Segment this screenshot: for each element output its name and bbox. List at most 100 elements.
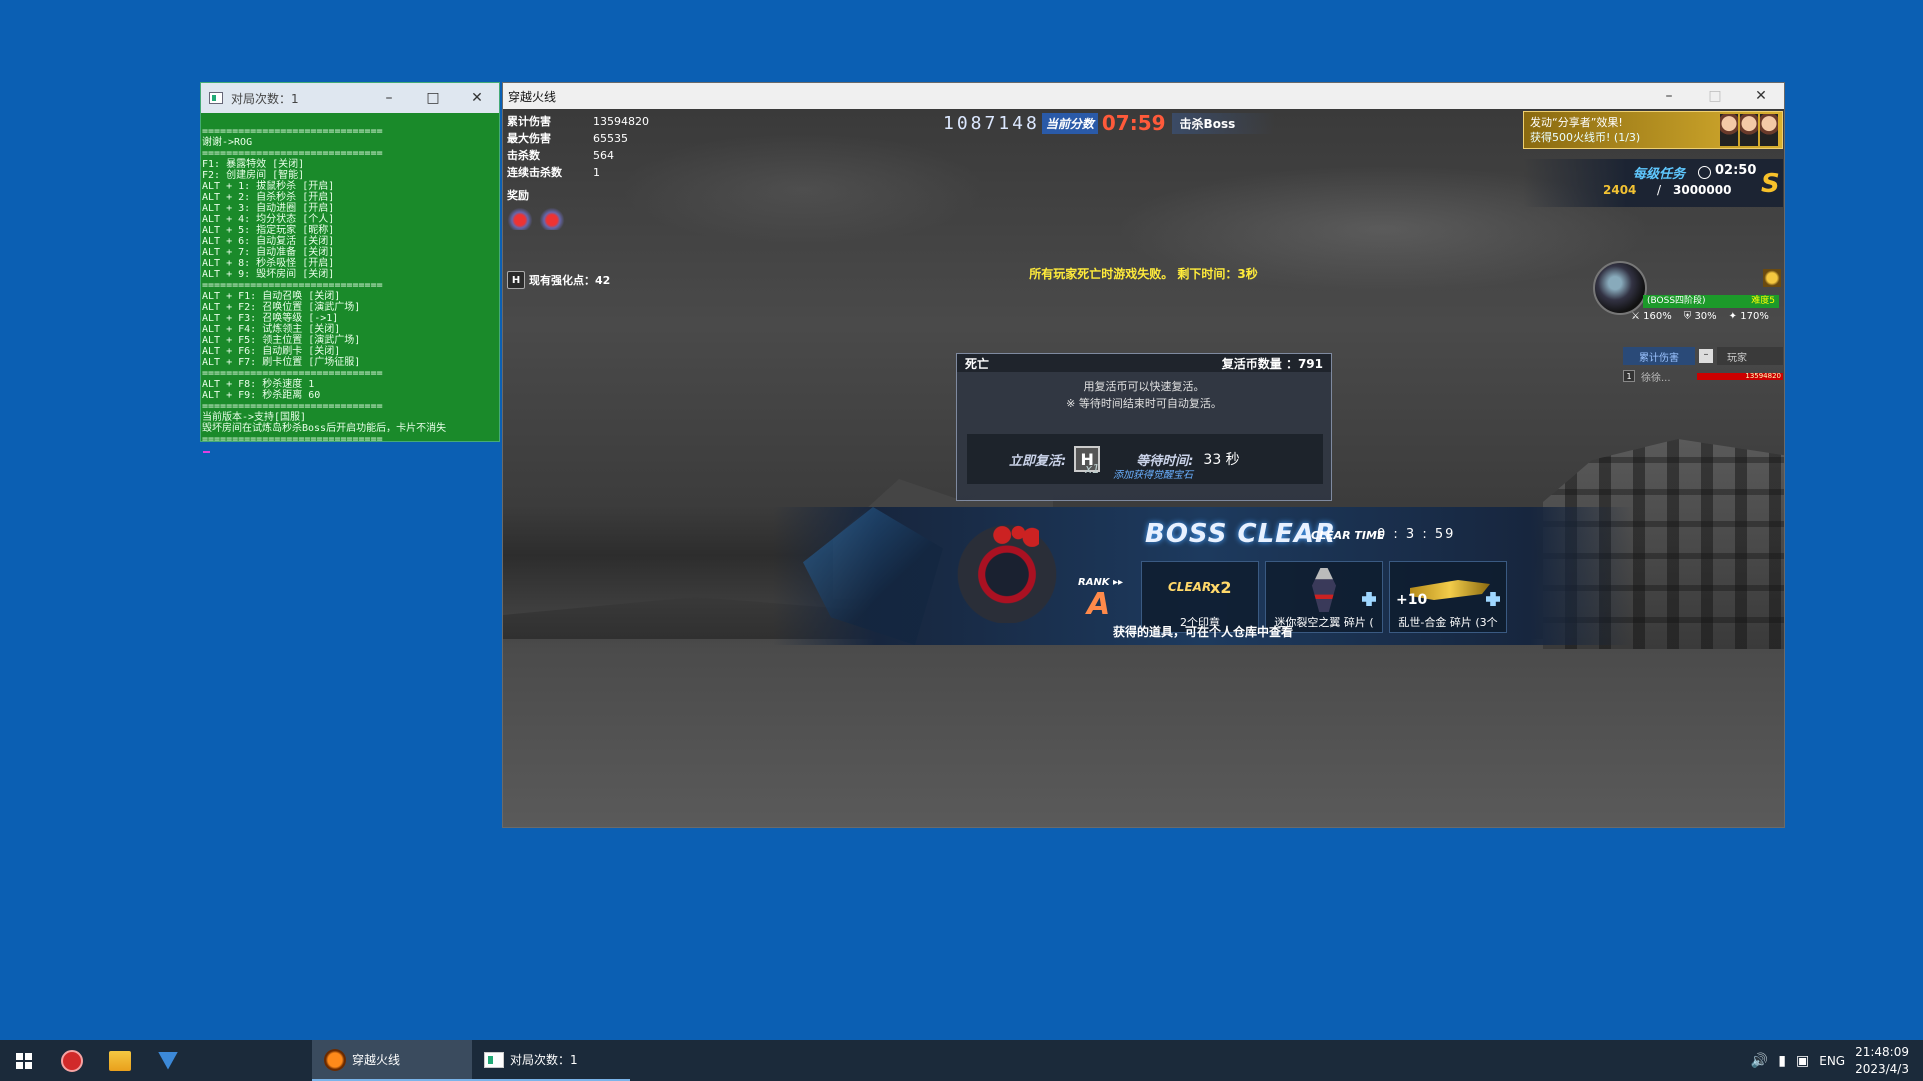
stat-row: 连续击杀数 1	[507, 164, 649, 181]
stat-row: 击杀数 564	[507, 147, 649, 164]
game-maximize-button: □	[1708, 88, 1722, 104]
character-portrait-icon	[1760, 114, 1778, 146]
game-close-button[interactable]: ✕	[1738, 88, 1784, 104]
rank-number: 1	[1623, 370, 1635, 382]
speed-value: 170%	[1740, 311, 1769, 322]
quest-grade: S	[1761, 169, 1780, 199]
console-line: 谢谢->ROG	[202, 137, 253, 148]
volume-icon[interactable]: 🔊	[1751, 1053, 1768, 1069]
boss-speed-modifier: ✦ 170%	[1728, 311, 1769, 322]
revive-cost: x1	[1085, 462, 1100, 476]
input-language[interactable]: ENG	[1819, 1054, 1845, 1068]
console-title: 对局次数：1	[231, 91, 299, 106]
fragment-icon	[1486, 592, 1500, 606]
maximize-button[interactable]: □	[411, 90, 455, 106]
boss-defense-modifier: ⛨ 30%	[1683, 311, 1717, 322]
minimize-button[interactable]: –	[367, 90, 411, 106]
taskbar-app-console[interactable]: 对局次数：1	[472, 1040, 630, 1081]
power-icon	[61, 1049, 83, 1072]
boss-clear-panel: RANK ▸▸ A BOSS CLEAR CLEAR TIME 0 : 3 : …	[773, 507, 1633, 645]
console-line: ==============================	[202, 126, 383, 137]
start-button[interactable]	[0, 1040, 48, 1081]
level-quest-panel: 每级任务 02:50 2404 / 3000000 S	[1523, 159, 1783, 207]
close-button[interactable]: ✕	[455, 90, 499, 106]
objective-label: 击杀Boss	[1171, 112, 1276, 134]
score-value: 1087148	[943, 112, 1040, 134]
fail-warning: 所有玩家死亡时游戏失败。 剩下时间：3秒	[1029, 267, 1258, 281]
tab-total-damage[interactable]: 累计伤害	[1623, 347, 1695, 365]
boss-attack-modifier: ⚔ 160%	[1631, 311, 1672, 322]
console-line: ==============================	[202, 148, 383, 159]
taskbar-folder-app[interactable]	[96, 1040, 144, 1081]
stat-value: 1	[593, 166, 600, 179]
death-message: 用复活币可以快速复活。 ※ 等待时间结束时可自动复活。	[957, 378, 1331, 412]
boss-clear-footer: 获得的道具，可在个人仓库中查看	[1112, 625, 1293, 639]
death-dialog: 死亡 复活币数量 ：791 用复活币可以快速复活。 ※ 等待时间结束时可自动复活…	[956, 353, 1332, 501]
revive-row: 立即复活: H x1 添加获得觉醒宝石 等待时间: 33 秒	[967, 434, 1323, 484]
console-line: ALT + 6: 自动复活 [关闭]	[202, 236, 335, 247]
boss-difficulty: 难度5	[1751, 296, 1775, 306]
game-minimize-button[interactable]: –	[1646, 88, 1692, 104]
stat-row: 最大伤害 65535	[507, 130, 649, 147]
character-figure-icon	[1312, 568, 1336, 612]
damage-ranking-tabs[interactable]: 累计伤害 – 玩家	[1623, 347, 1783, 365]
console-line: ALT + F4: 试炼领主 [关闭]	[202, 324, 341, 335]
collapse-icon[interactable]: –	[1699, 349, 1713, 363]
console-line: ==============================	[202, 401, 383, 412]
banner-portraits	[1720, 114, 1778, 146]
console-line: ALT + 7: 自动准备 [关闭]	[202, 247, 335, 258]
console-line: ALT + F3: 召唤等级 [->1]	[202, 313, 339, 324]
taskbar-vee-app[interactable]	[144, 1040, 192, 1081]
attack-value: 160%	[1643, 311, 1672, 322]
clock-time: 21:48:09	[1855, 1044, 1909, 1059]
boss-modifiers: ⚔ 160% ⛨ 30% ✦ 170%	[1631, 311, 1769, 322]
console-line: ALT + F8: 秒杀速度 1	[202, 379, 315, 390]
player-stats: 累计伤害 13594820 最大伤害 65535 击杀数 564 连续击杀数 1 奖励	[507, 113, 649, 230]
taskbar-power-app[interactable]	[48, 1040, 96, 1081]
defense-value: 30%	[1694, 311, 1717, 322]
boss-phase: (BOSS四阶段)	[1647, 296, 1706, 306]
item-multiplier: x2	[1210, 578, 1232, 597]
usb-icon[interactable]: ▮	[1778, 1053, 1786, 1069]
revive-now-button[interactable]: 立即复活:	[1009, 450, 1066, 469]
console-line: 当前版本->支持[国服]	[202, 412, 307, 423]
console-line: 毁坏房间在试炼岛秒杀Boss后开启功能后，卡片不消失	[202, 423, 447, 434]
revive-bonus-note: 添加获得觉醒宝石	[1113, 470, 1193, 481]
quest-separator: /	[1657, 183, 1662, 197]
score-label: 当前分数	[1041, 112, 1098, 134]
game-window[interactable]: 穿越火线 – □ ✕ 累计伤害 13594820 最大伤害 65535 击杀数 564…	[502, 82, 1785, 828]
windows-logo-icon	[16, 1052, 32, 1069]
clear-stamp-icon: CLEAR	[1168, 580, 1212, 594]
console-line: ==============================	[202, 280, 383, 291]
clock-icon	[1698, 166, 1711, 179]
tab-players[interactable]: 玩家	[1717, 347, 1783, 365]
character-portrait-icon	[1740, 114, 1758, 146]
console-line: ==============================	[202, 368, 383, 379]
console-window[interactable]: 对局次数：1 – □ ✕ ===========================…	[200, 82, 500, 453]
text-cursor	[203, 451, 210, 453]
stat-label: 累计伤害	[507, 115, 551, 128]
quest-label: 每级任务	[1633, 167, 1686, 182]
score-bar: 1087148 当前分数 07:59 击杀Boss	[943, 111, 1276, 135]
boss-mech-portrait	[953, 515, 1073, 623]
character-portrait-icon	[1720, 114, 1738, 146]
reward-label: 奖励	[507, 189, 529, 202]
clock-date: 2023/4/3	[1855, 1061, 1909, 1076]
console-line: ALT + F5: 领主位置 [演武广场]	[202, 335, 361, 346]
game-titlebar[interactable]: 穿越火线 – □ ✕	[503, 83, 1784, 109]
console-line: ==============================	[202, 434, 383, 445]
game-scene[interactable]: 累计伤害 13594820 最大伤害 65535 击杀数 564 连续击杀数 1 奖励 …	[503, 109, 1784, 827]
taskbar: 穿越火线 对局次数：1 🔊 ▮ ▣ ENG 21:48:09 2023/4/3	[0, 1040, 1923, 1081]
wait-time-value: 33 秒	[1203, 452, 1240, 468]
death-message-line1: 用复活币可以快速复活。	[1083, 380, 1205, 393]
console-line: F1: 暴露特效 [关闭]	[202, 159, 305, 170]
system-clock[interactable]: 21:48:09 2023/4/3	[1855, 1044, 1909, 1078]
network-icon[interactable]: ▣	[1796, 1053, 1809, 1069]
taskbar-app-crossfire[interactable]: 穿越火线	[312, 1040, 472, 1081]
console-line: ALT + 8: 秒杀吸怪 [开启]	[202, 258, 335, 269]
stat-value: 13594820	[593, 115, 649, 128]
console-line: ALT + 9: 毁坏房间 [关闭]	[202, 269, 335, 280]
console-titlebar[interactable]: 对局次数：1 – □ ✕	[201, 83, 499, 113]
system-tray: 🔊 ▮ ▣ ENG 21:48:09 2023/4/3	[1751, 1040, 1923, 1081]
folder-icon	[109, 1050, 131, 1071]
